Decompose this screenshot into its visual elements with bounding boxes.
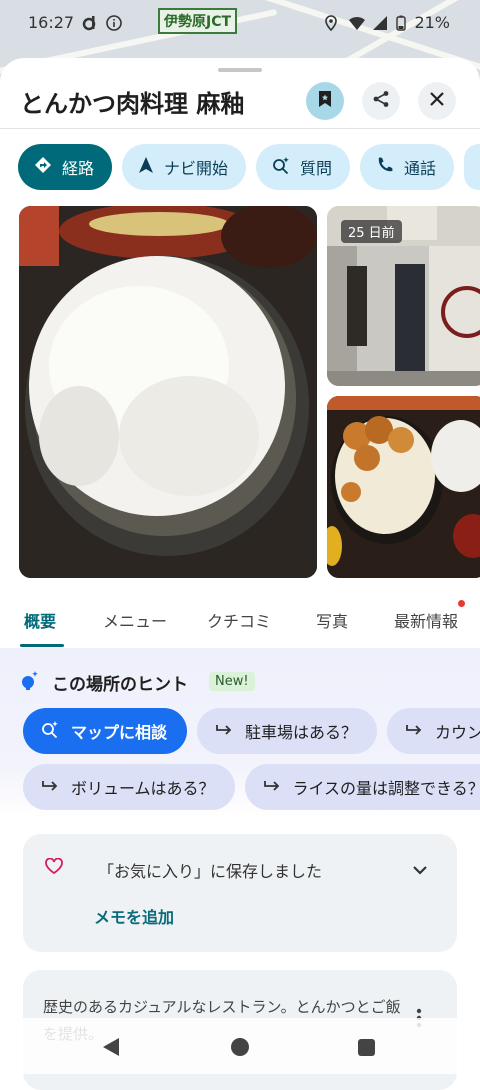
add-note-link[interactable]: メモを追加 — [94, 904, 174, 928]
ask-question-button[interactable]: 質問 — [256, 144, 351, 190]
close-icon — [429, 91, 445, 111]
bookmark-icon — [317, 90, 333, 112]
photo-gallery: 25 日前 — [19, 206, 480, 578]
home-icon[interactable] — [231, 1038, 249, 1056]
start-navigation-button[interactable]: ナビ開始 — [122, 144, 247, 190]
share-button[interactable] — [362, 82, 400, 120]
ask-maps-button[interactable]: マップに相談 — [23, 708, 188, 754]
hints-title: この場所のヒント — [52, 675, 188, 695]
hint-volume-label: ボリュームはある？ — [71, 779, 215, 798]
call-label: 通話 — [404, 159, 437, 178]
reply-arrow-icon — [405, 722, 423, 741]
hint-counter-label: カウン — [435, 723, 480, 742]
hint-sparkle-icon — [20, 670, 40, 696]
place-title: とんかつ肉料理 麻釉 — [20, 90, 245, 118]
hint-row-2: ボリュームはある？ ライスの量は調整できる？ — [23, 764, 480, 810]
wifi-icon — [348, 15, 366, 31]
saved-message: 「お気に入り」に保存しました — [98, 862, 323, 881]
hint-volume-chip[interactable]: ボリュームはある？ — [23, 764, 235, 810]
action-chips: 経路 ナビ開始 質問 通話 — [18, 144, 480, 190]
phone-icon — [376, 156, 394, 178]
battery-icon — [396, 15, 407, 31]
tab-reviews[interactable]: クチコミ — [207, 608, 271, 632]
tab-overview[interactable]: 概要 — [24, 608, 56, 632]
new-badge: New! — [209, 672, 255, 691]
system-nav-bar — [0, 1018, 480, 1074]
updates-notification-dot — [458, 600, 465, 607]
hint-parking-chip[interactable]: 駐車場はある？ — [197, 708, 378, 754]
tab-menu[interactable]: メニュー — [103, 608, 167, 632]
header-divider — [0, 128, 480, 129]
back-icon[interactable] — [103, 1038, 119, 1056]
hint-rice-amount-chip[interactable]: ライスの量は調整できる？ — [244, 764, 480, 810]
photo-storefront[interactable]: 25 日前 — [327, 206, 480, 386]
heart-icon — [45, 857, 63, 878]
directions-icon — [34, 156, 52, 178]
active-tab-indicator — [20, 644, 64, 647]
clock: 16:27 — [28, 13, 75, 32]
location-icon — [324, 14, 340, 31]
drag-handle[interactable] — [218, 68, 262, 72]
saved-bookmark-button[interactable] — [306, 82, 344, 120]
photo-date-badge: 25 日前 — [341, 220, 402, 243]
navigation-icon — [138, 156, 154, 178]
hint-counter-chip[interactable]: カウン — [387, 708, 480, 754]
battery-percent: 21% — [414, 13, 450, 32]
tab-updates[interactable]: 最新情報 — [394, 608, 458, 632]
close-button[interactable] — [418, 82, 456, 120]
reply-arrow-icon — [215, 722, 233, 741]
hint-row-1: マップに相談 駐車場はある？ カウン — [23, 708, 480, 754]
info-icon — [106, 14, 122, 31]
docomo-icon — [82, 15, 98, 31]
ask-sparkle-icon — [41, 720, 59, 742]
signal-icon — [372, 15, 388, 31]
saved-list-card: 「お気に入り」に保存しました メモを追加 — [23, 834, 457, 952]
ask-question-label: 質問 — [300, 159, 333, 178]
reply-arrow-icon — [263, 778, 281, 797]
directions-label: 経路 — [62, 159, 95, 178]
recents-icon[interactable] — [358, 1039, 375, 1056]
ask-maps-label: マップに相談 — [71, 723, 168, 742]
hint-parking-label: 駐車場はある？ — [245, 723, 358, 742]
status-bar: 16:27 21% — [0, 0, 480, 46]
hint-rice-amount-label: ライスの量は調整できる？ — [292, 779, 480, 798]
call-button[interactable]: 通話 — [360, 144, 455, 190]
ask-sparkle-icon — [272, 156, 290, 178]
reply-arrow-icon — [41, 778, 59, 797]
share-icon — [372, 90, 390, 112]
place-tabs: 概要 メニュー クチコミ 写真 最新情報 — [0, 596, 480, 649]
place-hints-section: この場所のヒント New! マップに相談 駐車場はある？ カウン ボリュームはあ… — [0, 648, 480, 818]
tab-photos[interactable]: 写真 — [316, 608, 348, 632]
more-actions-chip[interactable] — [464, 144, 480, 190]
start-navigation-label: ナビ開始 — [164, 159, 229, 178]
directions-button[interactable]: 経路 — [18, 144, 113, 190]
chevron-down-icon[interactable] — [412, 860, 428, 879]
photo-karaage[interactable] — [327, 396, 480, 578]
photo-rice[interactable] — [19, 206, 317, 578]
